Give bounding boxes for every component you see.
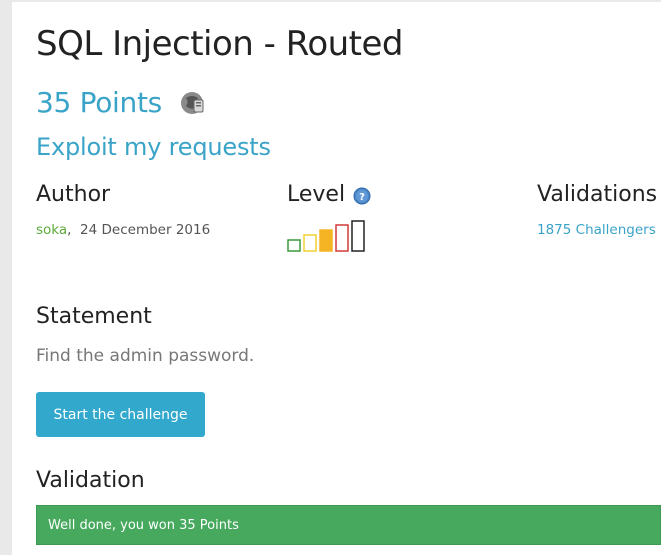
level-bar-3 (319, 229, 333, 252)
points-row: 35 Points (36, 86, 206, 119)
validations-heading: Validations (537, 182, 658, 207)
validation-heading: Validation (36, 468, 145, 493)
challenge-subtitle: Exploit my requests (36, 133, 271, 161)
web-server-category-icon[interactable] (180, 90, 206, 116)
author-date: 24 December 2016 (80, 222, 211, 238)
author-separator: , (67, 222, 72, 238)
challenge-points: 35 Points (36, 86, 162, 119)
success-alert: Well done, you won 35 Points (36, 505, 661, 545)
statement-text: Find the admin password. (36, 346, 255, 366)
level-heading-row: Level ? (287, 182, 371, 207)
challenge-panel: SQL Injection - Routed 35 Points Exploit… (12, 2, 661, 555)
level-bar-2 (303, 234, 317, 252)
author-link[interactable]: soka (36, 222, 67, 238)
author-heading: Author (36, 182, 111, 207)
level-bar-4 (335, 224, 349, 252)
level-bar-5 (351, 220, 365, 252)
svg-text:?: ? (359, 192, 365, 203)
level-indicator (287, 220, 365, 252)
start-challenge-button[interactable]: Start the challenge (36, 392, 205, 437)
validations-link[interactable]: 1875 Challengers (537, 222, 656, 238)
page-title: SQL Injection - Routed (36, 24, 404, 64)
level-heading: Level (287, 182, 346, 207)
author-line: soka, 24 December 2016 (36, 222, 210, 238)
statement-heading: Statement (36, 304, 152, 329)
question-circle-icon[interactable]: ? (353, 186, 371, 204)
level-bar-1 (287, 239, 301, 252)
